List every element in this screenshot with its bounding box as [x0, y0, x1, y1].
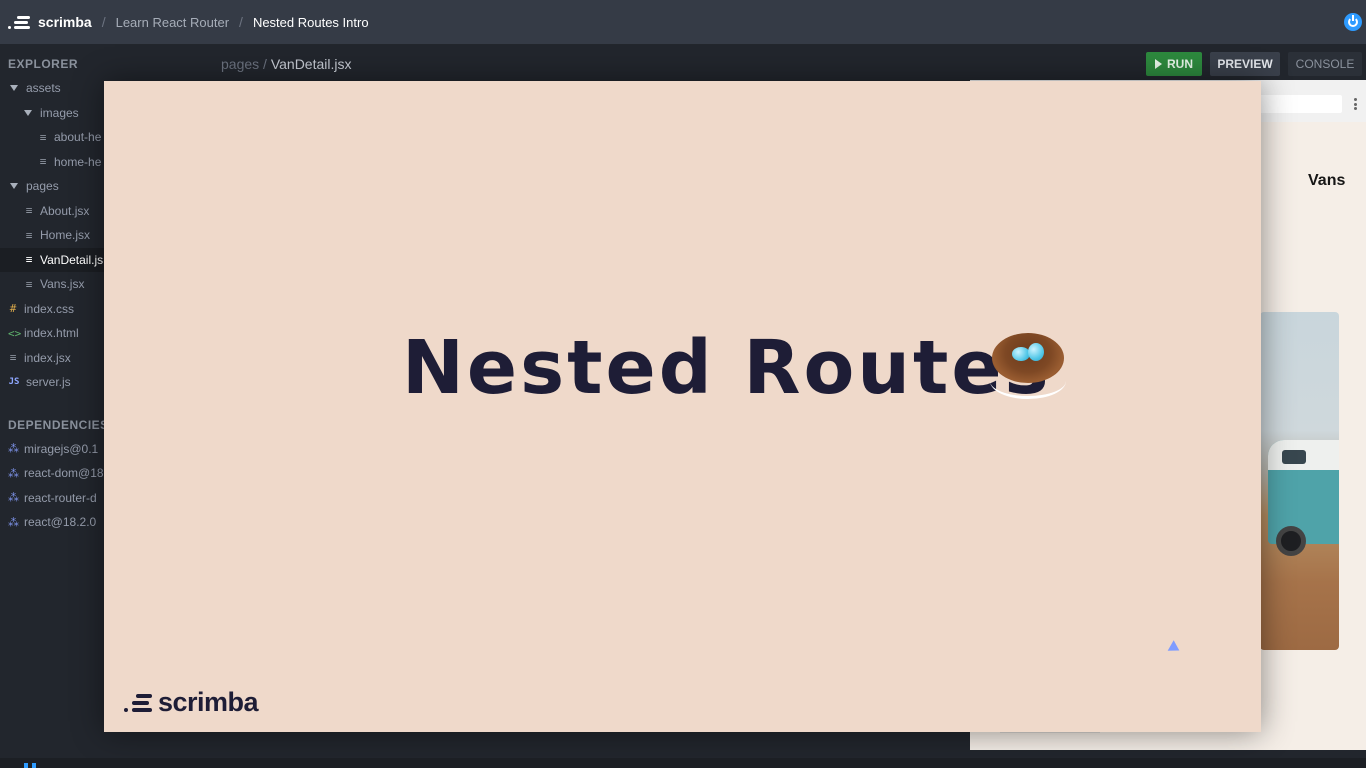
package-icon: ⁂	[8, 515, 19, 529]
tree-item-label: index.css	[24, 301, 75, 316]
breadcrumb-separator: /	[239, 14, 243, 30]
dependency-label: react-dom@18	[24, 466, 104, 481]
tree-item-label: assets	[26, 81, 61, 96]
slide-brand-logo: scrimba	[124, 687, 259, 718]
top-bar: scrimba / Learn React Router / Nested Ro…	[0, 0, 1366, 44]
tree-item-label: home-he	[54, 154, 102, 169]
chevron-down-icon	[10, 183, 18, 190]
tree-item-label: Vans.jsx	[40, 277, 85, 292]
slide-title: Nested Routes	[402, 325, 1052, 411]
tree-item-label: index.jsx	[24, 350, 71, 365]
chevron-down-icon	[10, 85, 18, 92]
tree-item-label: images	[40, 105, 79, 120]
van-image	[1260, 312, 1339, 650]
hash-icon: #	[9, 302, 17, 316]
brand-name: scrimba	[38, 14, 92, 30]
tree-item-label: VanDetail.js	[40, 252, 104, 267]
scrimba-logo[interactable]: scrimba	[8, 14, 92, 30]
preview-tab[interactable]: PREVIEW	[1210, 52, 1280, 76]
breadcrumb-separator: /	[101, 14, 106, 30]
tree-item-label: Home.jsx	[40, 228, 91, 243]
preview-nav-vans[interactable]: Vans	[1308, 172, 1345, 190]
breadcrumb-lesson: Nested Routes Intro	[252, 14, 369, 30]
dependency-label: react@18.2.0	[24, 515, 97, 530]
play-icon	[1155, 59, 1162, 69]
explorer-heading: EXPLORER	[8, 57, 79, 71]
scrimba-logo-icon	[124, 693, 152, 713]
dependency-label: react-router-d	[24, 490, 97, 505]
editor-file-name: VanDetail.jsx	[270, 56, 352, 72]
package-icon: ⁂	[8, 491, 19, 505]
package-icon: ⁂	[8, 442, 19, 456]
file-icon: ≡	[25, 253, 33, 267]
tree-item-label: About.jsx	[40, 203, 90, 218]
js-icon: JS	[8, 377, 20, 388]
chevron-down-icon	[24, 109, 32, 116]
slide-brand-name: scrimba	[158, 687, 259, 717]
kebab-menu-icon[interactable]	[1354, 98, 1357, 110]
nest-icon	[990, 333, 1070, 403]
file-icon: ≡	[9, 351, 17, 365]
file-icon: ≡	[39, 130, 47, 144]
tree-item-label: about-he	[54, 130, 102, 145]
tree-item-label: server.js	[26, 375, 71, 390]
scrimba-logo-icon	[8, 14, 30, 30]
status-bar	[0, 758, 1366, 768]
editor-path-prefix: pages /	[221, 56, 267, 72]
file-icon: ≡	[25, 204, 33, 218]
title-slide: Nested Routes scrimba	[104, 81, 1261, 732]
tree-item-label: index.html	[24, 326, 79, 341]
tree-item-label: pages	[26, 179, 59, 194]
van-illustration	[1268, 440, 1339, 556]
file-icon: ≡	[25, 228, 33, 242]
preview-address-input[interactable]	[1250, 95, 1342, 113]
dependency-label: miragejs@0.1	[24, 441, 99, 456]
console-tab[interactable]: CONSOLE	[1288, 52, 1362, 76]
status-indicator-icon	[24, 763, 36, 768]
file-icon: ≡	[39, 155, 47, 169]
run-label: RUN	[1167, 57, 1193, 71]
power-icon	[1348, 15, 1358, 27]
power-button[interactable]	[1344, 13, 1362, 31]
file-icon: ≡	[25, 277, 33, 291]
code-brackets-icon: <>	[8, 326, 22, 340]
breadcrumb-course[interactable]: Learn React Router	[116, 15, 229, 30]
package-icon: ⁂	[8, 466, 19, 480]
run-button[interactable]: RUN	[1146, 52, 1202, 76]
editor-breadcrumb: pages / VanDetail.jsx	[221, 56, 352, 72]
